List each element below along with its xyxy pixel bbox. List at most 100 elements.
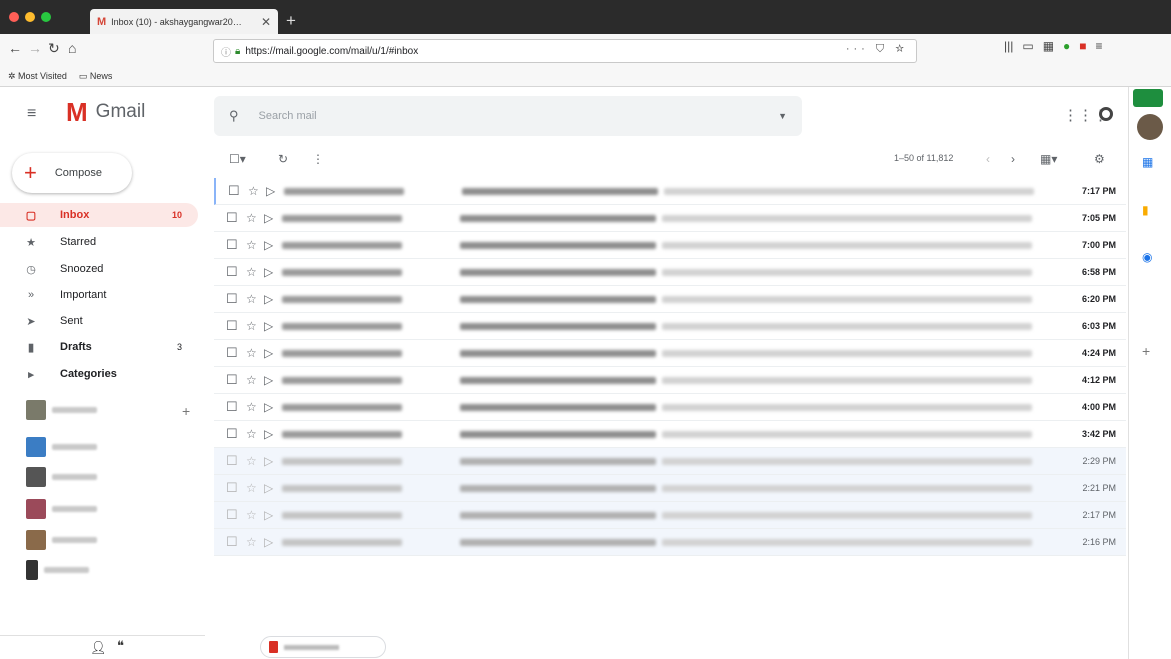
compose-button[interactable]: + Compose (12, 153, 132, 193)
email-row[interactable]: ☐ ☆ ▷ 3:42 PM (214, 421, 1126, 448)
important-marker-icon[interactable]: ▷ (264, 427, 273, 441)
star-icon[interactable]: ☆ (246, 508, 257, 522)
bookmark-most-visited[interactable]: ✲ Most Visited (8, 71, 67, 82)
search-input[interactable]: Search mail (259, 110, 779, 122)
important-marker-icon[interactable]: ▷ (264, 346, 273, 360)
checkbox-icon[interactable]: ☐ (226, 345, 238, 361)
refresh-icon[interactable]: ↻ (278, 152, 288, 166)
email-row[interactable]: ☐ ☆ ▷ 2:21 PM (214, 475, 1126, 502)
keep-icon[interactable]: ▮ (1142, 203, 1149, 217)
important-marker-icon[interactable]: ▷ (264, 265, 273, 279)
hangouts-badge-icon[interactable] (1133, 89, 1163, 107)
star-icon[interactable]: ☆ (248, 184, 259, 198)
sidebar-item-categories[interactable]: ▸ Categories (0, 362, 198, 386)
star-icon[interactable]: ☆ (246, 319, 257, 333)
hangouts-contact[interactable] (26, 467, 97, 487)
bookmark-news[interactable]: ▭ News (79, 71, 113, 82)
important-marker-icon[interactable]: ▷ (264, 508, 273, 522)
important-marker-icon[interactable]: ▷ (266, 184, 275, 198)
sidebar-item-sent[interactable]: ➤ Sent (0, 309, 198, 333)
important-marker-icon[interactable]: ▷ (264, 211, 273, 225)
library-icon[interactable]: ||| (1004, 39, 1013, 53)
email-row[interactable]: ☐ ☆ ▷ 2:29 PM (214, 448, 1126, 475)
email-row[interactable]: ☐ ☆ ▷ 7:17 PM (214, 178, 1126, 205)
sidebar-item-snoozed[interactable]: ◷ Snoozed (0, 257, 198, 281)
checkbox-icon[interactable]: ☐ (226, 426, 238, 442)
sidebar-icon[interactable]: ▭ (1022, 39, 1033, 53)
input-tools-icon[interactable]: ▦▾ (1040, 152, 1057, 166)
star-icon[interactable]: ☆ (246, 400, 257, 414)
reload-icon[interactable]: ↻ (48, 40, 60, 57)
star-icon[interactable]: ☆ (246, 265, 257, 279)
checkbox-icon[interactable]: ☐ (226, 507, 238, 523)
checkbox-icon[interactable]: ☐ (226, 237, 238, 253)
important-marker-icon[interactable]: ▷ (264, 238, 273, 252)
back-icon[interactable]: ← (8, 40, 22, 56)
star-icon[interactable]: ☆ (246, 292, 257, 306)
email-row[interactable]: ☐ ☆ ▷ 4:00 PM (214, 394, 1126, 421)
zoom-window-button[interactable] (41, 12, 51, 22)
hangouts-contact[interactable] (26, 499, 97, 519)
star-icon[interactable]: ☆ (246, 481, 257, 495)
browser-tab[interactable]: M Inbox (10) - akshaygangwar20… ✕ (90, 9, 278, 34)
checkbox-icon[interactable]: ☐ (226, 264, 238, 280)
checkbox-icon[interactable]: ☐ (226, 399, 238, 415)
select-all-checkbox-icon[interactable]: ☐▾ (229, 152, 246, 166)
forward-icon[interactable]: → (28, 40, 42, 56)
extension-icon[interactable]: ● (1063, 39, 1070, 53)
sidebar-item-starred[interactable]: ★ Starred (0, 230, 198, 254)
email-row[interactable]: ☐ ☆ ▷ 4:12 PM (214, 367, 1126, 394)
close-window-button[interactable] (9, 12, 19, 22)
calendar-icon[interactable]: ▦ (1142, 155, 1153, 169)
email-row[interactable]: ☐ ☆ ▷ 6:03 PM (214, 313, 1126, 340)
sidebar-item-inbox[interactable]: ▢ Inbox 10 (0, 203, 198, 227)
account-avatar[interactable] (1137, 114, 1163, 140)
email-row[interactable]: ☐ ☆ ▷ 4:24 PM (214, 340, 1126, 367)
checkbox-icon[interactable]: ☐ (226, 453, 238, 469)
main-menu-icon[interactable]: ≡ (27, 105, 36, 123)
important-marker-icon[interactable]: ▷ (264, 481, 273, 495)
search-icon[interactable]: ⚲ (229, 108, 239, 124)
gmail-logo[interactable]: M Gmail (66, 99, 145, 125)
minimize-window-button[interactable] (25, 12, 35, 22)
grid-icon[interactable]: ▦ (1043, 39, 1054, 53)
close-tab-icon[interactable]: ✕ (261, 15, 271, 29)
important-marker-icon[interactable]: ▷ (264, 535, 273, 549)
home-icon[interactable]: ⌂ (68, 40, 76, 56)
email-row[interactable]: ☐ ☆ ▷ 6:58 PM (214, 259, 1126, 286)
tasks-icon[interactable]: ◉ (1142, 250, 1152, 264)
important-marker-icon[interactable]: ▷ (264, 400, 273, 414)
add-contact-icon[interactable]: + (182, 403, 190, 419)
checkbox-icon[interactable]: ☐ (226, 480, 238, 496)
star-icon[interactable]: ☆ (246, 427, 257, 441)
account-ring-icon[interactable] (1099, 107, 1113, 121)
star-icon[interactable]: ☆ (246, 535, 257, 549)
star-icon[interactable]: ☆ (246, 373, 257, 387)
checkbox-icon[interactable]: ☐ (226, 210, 238, 226)
important-marker-icon[interactable]: ▷ (264, 454, 273, 468)
hangouts-contact[interactable] (26, 530, 97, 550)
new-tab-button[interactable]: + (286, 11, 296, 31)
important-marker-icon[interactable]: ▷ (264, 319, 273, 333)
email-row[interactable]: ☐ ☆ ▷ 6:20 PM (214, 286, 1126, 313)
address-bar[interactable]: ⓘ 🔒︎ https://mail.google.com/mail/u/1/#i… (213, 39, 917, 63)
checkbox-icon[interactable]: ☐ (226, 318, 238, 334)
attachment-chip[interactable] (260, 636, 386, 658)
settings-gear-icon[interactable]: ⚙ (1094, 152, 1105, 166)
search-bar[interactable]: ⚲ Search mail ▼ (214, 96, 802, 136)
email-row[interactable]: ☐ ☆ ▷ 7:00 PM (214, 232, 1126, 259)
menu-icon[interactable]: ≡ (1096, 39, 1103, 53)
prev-page-icon[interactable]: ‹ (986, 152, 990, 166)
hangouts-contact[interactable] (26, 560, 89, 580)
star-icon[interactable]: ☆ (246, 238, 257, 252)
sidebar-item-drafts[interactable]: ▮ Drafts 3 (0, 335, 198, 359)
sidebar-item-important[interactable]: » Important (0, 283, 198, 307)
hangouts-quote-icon[interactable]: ❝ (117, 638, 124, 654)
next-page-icon[interactable]: › (1011, 152, 1015, 166)
checkbox-icon[interactable]: ☐ (228, 183, 240, 199)
hangouts-self[interactable] (26, 400, 97, 420)
info-icon[interactable]: ⓘ (221, 44, 231, 59)
more-options-icon[interactable]: ⋮ (312, 152, 324, 166)
star-icon[interactable]: ☆ (246, 211, 257, 225)
hangouts-contact[interactable] (26, 437, 97, 457)
